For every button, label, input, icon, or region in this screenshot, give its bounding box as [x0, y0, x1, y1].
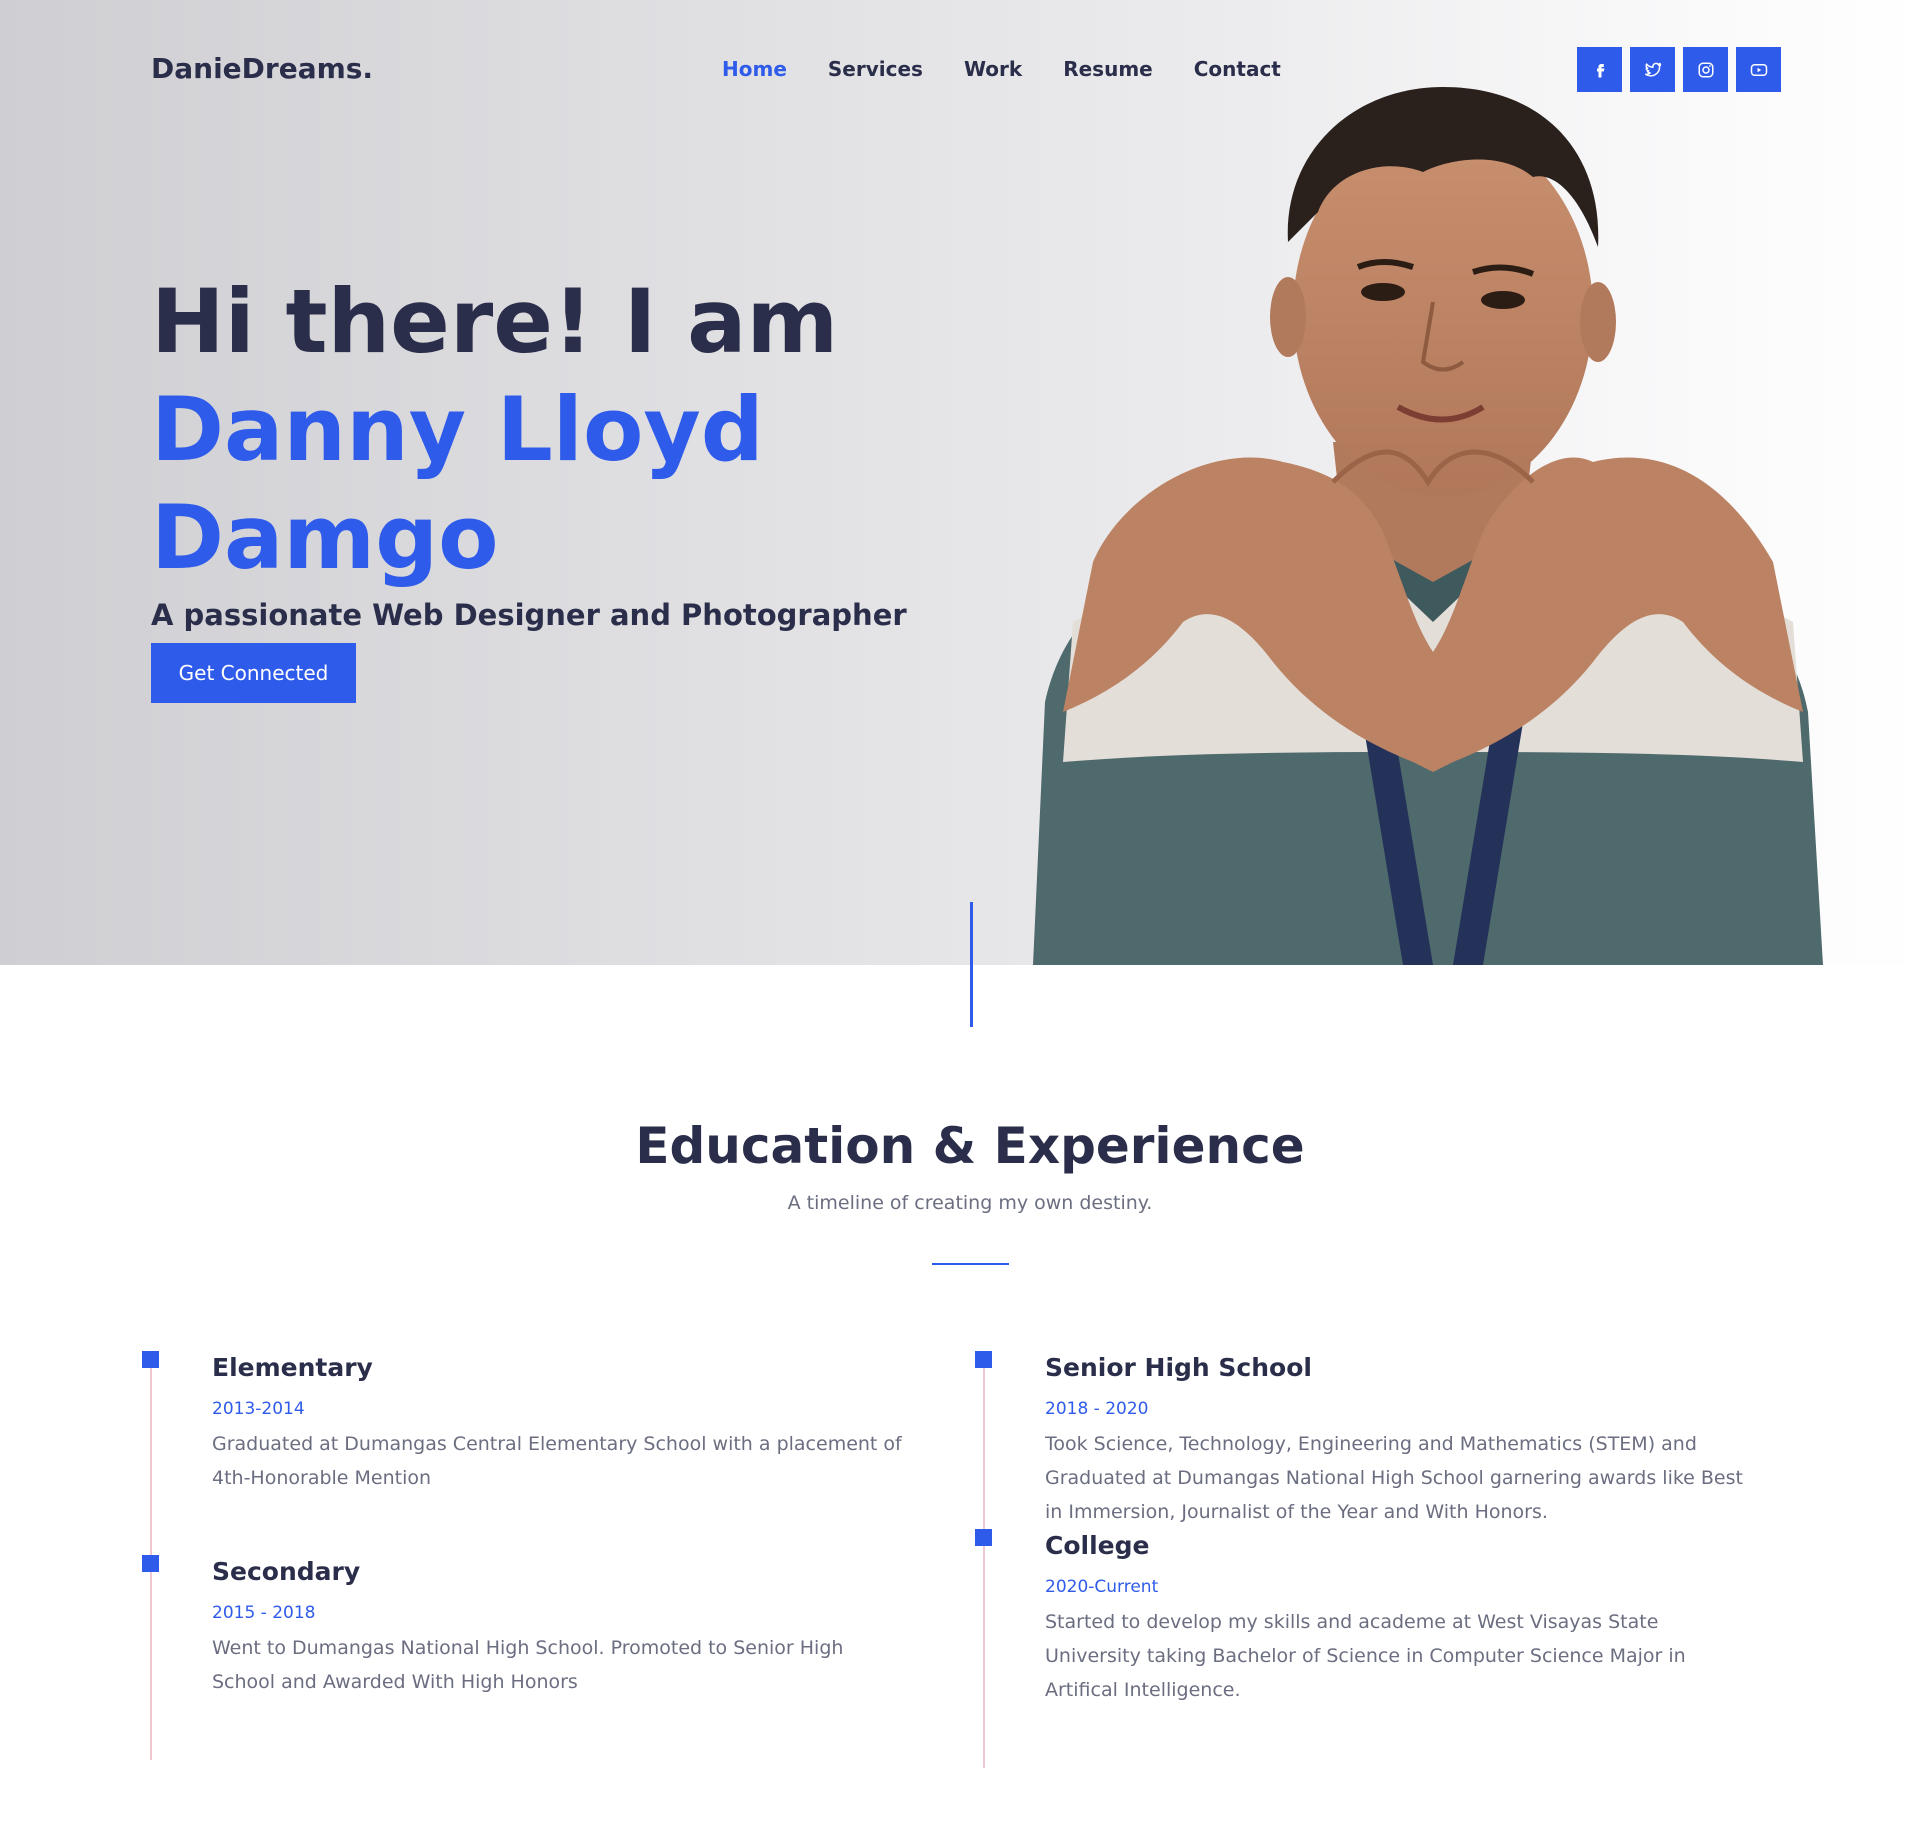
timeline-line-right	[983, 1364, 985, 1768]
education-title: Education & Experience	[635, 1117, 1305, 1175]
profile-photo	[1033, 87, 1823, 965]
timeline-item-title: Elementary	[212, 1353, 373, 1382]
timeline-item-desc: Went to Dumangas National High School. P…	[212, 1637, 844, 1693]
timeline-dot	[142, 1555, 159, 1572]
timeline-item-title: College	[1045, 1531, 1150, 1560]
hero-tagline: A passionate Web Designer and Photograph…	[151, 598, 907, 632]
timeline-item-desc: Graduated at Dumangas Central Elementary…	[212, 1433, 902, 1489]
get-connected-button[interactable]: Get Connected	[151, 643, 356, 703]
timeline-item-desc: Started to develop my skills and academe…	[1045, 1611, 1686, 1701]
site-logo[interactable]: DanieDreams.	[151, 52, 373, 85]
hero-section: DanieDreams. Home Services Work Resume C…	[0, 0, 1920, 965]
timeline-item-date: 2018 - 2020	[1045, 1399, 1149, 1419]
timeline-item-date: 2020-Current	[1045, 1577, 1159, 1597]
timeline-dot	[142, 1351, 159, 1368]
timeline-item-title: Senior High School	[1045, 1353, 1312, 1382]
hero-greeting: Hi there! I am	[151, 270, 839, 373]
nav-home[interactable]: Home	[722, 57, 787, 81]
timeline-item-date: 2015 - 2018	[212, 1603, 316, 1623]
timeline-item-title: Secondary	[212, 1557, 361, 1586]
nav-work[interactable]: Work	[964, 57, 1022, 81]
timeline-dot	[975, 1529, 992, 1546]
timeline-dot	[975, 1351, 992, 1368]
section-divider-line	[970, 902, 973, 1027]
timeline-item-date: 2013-2014	[212, 1399, 305, 1419]
timeline-item-desc: Took Science, Technology, Engineering an…	[1045, 1433, 1743, 1523]
nav-services[interactable]: Services	[828, 57, 923, 81]
hero-name: Danny Lloyd Damgo	[151, 378, 764, 589]
education-subtitle: A timeline of creating my own destiny.	[787, 1192, 1153, 1214]
title-underline	[932, 1263, 1009, 1265]
